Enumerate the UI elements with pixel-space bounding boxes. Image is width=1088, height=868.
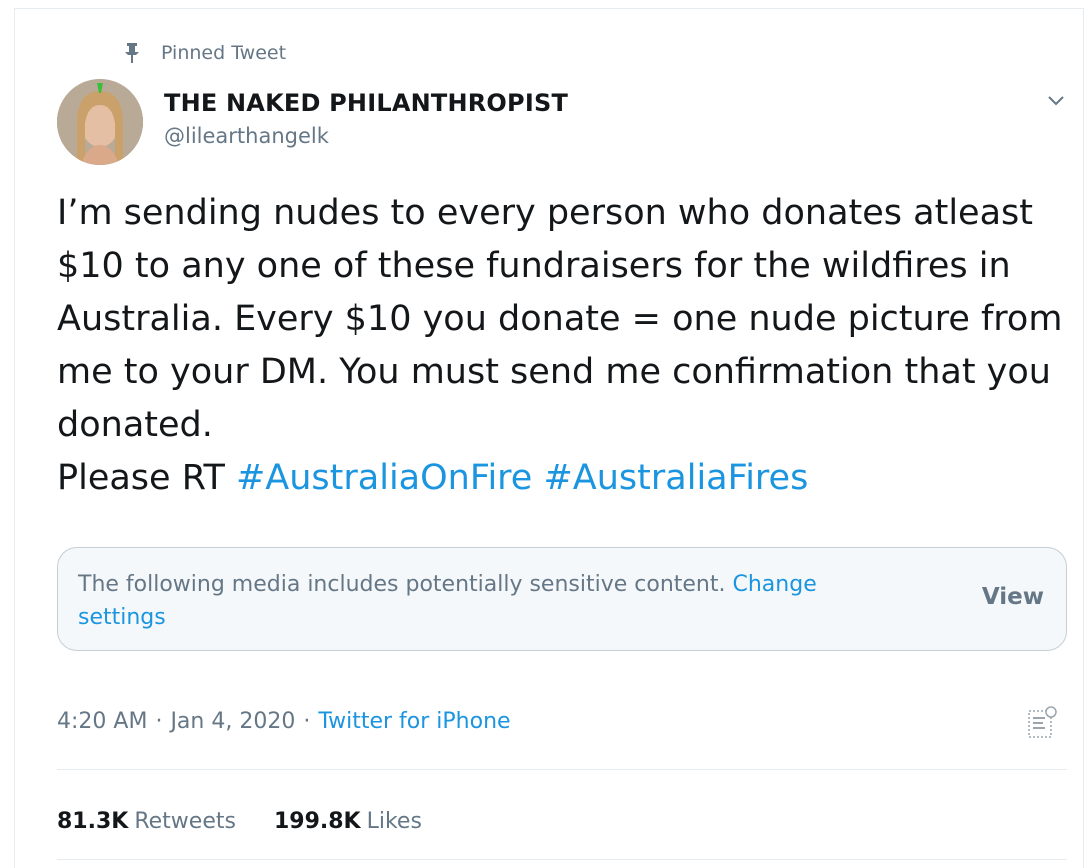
tweet-meta: 4:20 AM · Jan 4, 2020 · Twitter for iPho… (57, 709, 511, 734)
avatar[interactable] (57, 79, 143, 165)
meta-separator: · (303, 709, 311, 734)
tweet-body: I’m sending nudes to every person who do… (57, 193, 1063, 498)
sensitive-message: The following media includes potentially… (78, 572, 733, 597)
analytics-icon[interactable] (1025, 705, 1059, 741)
tweet-source-link[interactable]: Twitter for iPhone (318, 709, 510, 734)
author-display-name[interactable]: THE NAKED PHILANTHROPIST (164, 89, 568, 117)
tweet-stats: 81.3K Retweets 199.8K Likes (57, 809, 460, 834)
pinned-label: Pinned Tweet (161, 42, 287, 64)
likes-count: 199.8K (273, 809, 361, 834)
hashtag-australiaonfire[interactable]: #AustraliaOnFire (236, 458, 532, 498)
likes-stat[interactable]: 199.8K Likes (274, 809, 422, 834)
retweets-label: Retweets (134, 809, 236, 834)
author-handle[interactable]: @lilearthangelk (164, 124, 329, 148)
sensitive-media-warning: The following media includes potentially… (57, 547, 1067, 651)
tweet-date[interactable]: Jan 4, 2020 (170, 709, 295, 734)
sensitive-message-block: The following media includes potentially… (78, 568, 908, 634)
hashtag-australiafires[interactable]: #AustraliaFires (543, 458, 808, 498)
retweets-count: 81.3K (57, 809, 129, 834)
pinned-indicator: Pinned Tweet (123, 42, 286, 64)
chevron-down-icon[interactable] (1043, 89, 1069, 111)
view-media-button[interactable]: View (982, 584, 1044, 610)
meta-separator: · (155, 709, 163, 734)
likes-label: Likes (366, 809, 422, 834)
tweet-card: Pinned Tweet THE NAKED PHILANTHROPIST @l… (14, 8, 1084, 868)
tweet-text: I’m sending nudes to every person who do… (57, 187, 1067, 505)
divider (57, 769, 1067, 770)
pin-icon (123, 42, 141, 64)
retweets-stat[interactable]: 81.3K Retweets (57, 809, 236, 834)
tweet-time[interactable]: 4:20 AM (57, 709, 147, 734)
divider (57, 859, 1067, 860)
